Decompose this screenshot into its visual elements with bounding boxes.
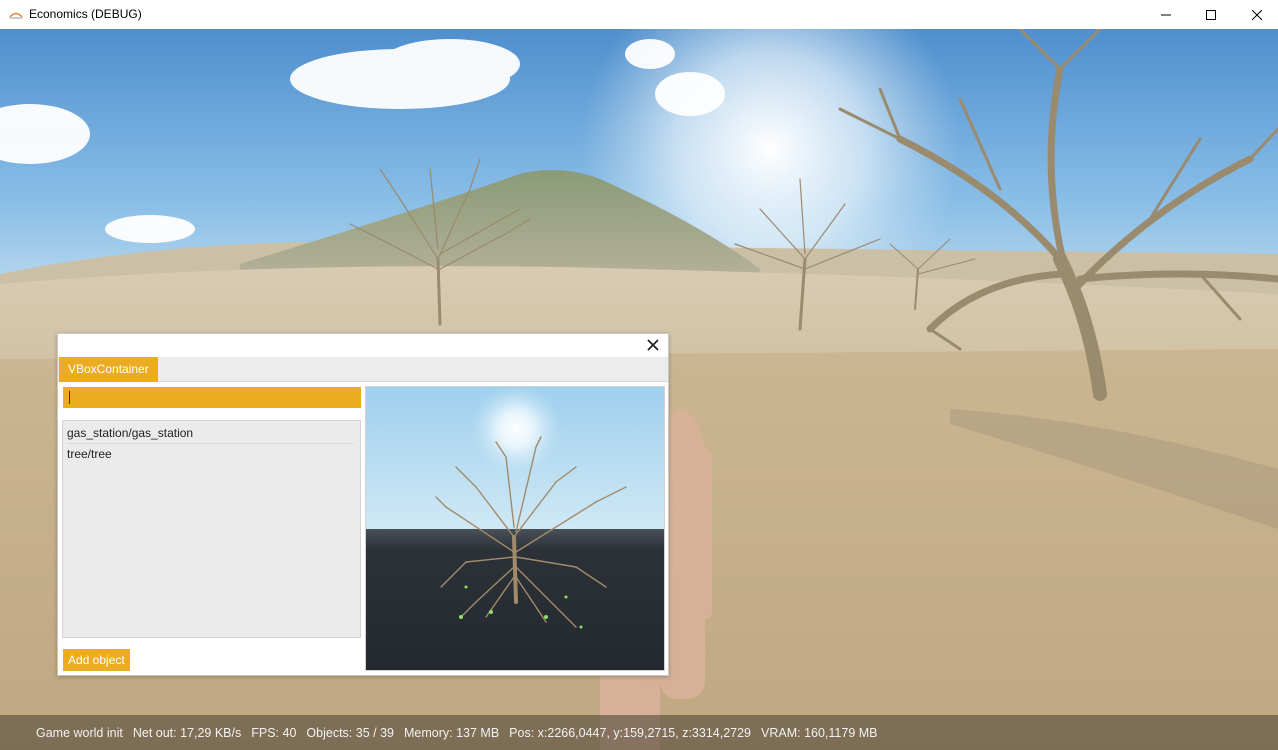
status-vram: VRAM: 160,1179 MB <box>761 725 878 740</box>
list-item-tree[interactable]: tree/tree <box>67 444 354 465</box>
add-object-button[interactable]: Add object <box>63 649 130 671</box>
text-caret <box>69 391 70 404</box>
close-icon <box>1252 9 1262 20</box>
object-list[interactable]: gas_station/gas_station tree/tree <box>62 420 361 638</box>
status-memory: Memory: 137 MB <box>403 725 500 740</box>
status-objects: Objects: 35 / 39 <box>306 725 394 740</box>
status-fps: FPS: 40 <box>251 725 297 740</box>
add-object-dialog: VBoxContainer gas_station/gas_station tr… <box>57 333 669 676</box>
minimize-button[interactable] <box>1143 0 1189 29</box>
tab-bar: VBoxContainer <box>58 357 668 382</box>
tab-vboxcontainer[interactable]: VBoxContainer <box>59 357 158 382</box>
maximize-icon <box>1206 9 1216 20</box>
close-icon <box>647 339 659 351</box>
tree-preview-image <box>366 387 664 670</box>
window-close-button[interactable] <box>1234 0 1278 29</box>
status-position: Pos: x:2266,0447, y:159,2715, z:3314,272… <box>509 725 752 740</box>
minimize-icon <box>1161 14 1171 15</box>
debug-status-bar: Game world init Net out: 17,29 KB/s FPS:… <box>0 715 1278 750</box>
app-icon <box>9 12 23 19</box>
list-item-gas-station[interactable]: gas_station/gas_station <box>67 423 354 444</box>
maximize-button[interactable] <box>1188 0 1234 29</box>
object-filter-input[interactable] <box>63 387 361 408</box>
status-state: Game world init <box>36 725 123 740</box>
window-title: Economics (DEBUG) <box>29 7 142 21</box>
dialog-close-button[interactable] <box>644 336 662 354</box>
window-titlebar: Economics (DEBUG) <box>0 0 1278 29</box>
object-preview <box>365 386 665 671</box>
status-net-out: Net out: 17,29 KB/s <box>132 725 242 740</box>
